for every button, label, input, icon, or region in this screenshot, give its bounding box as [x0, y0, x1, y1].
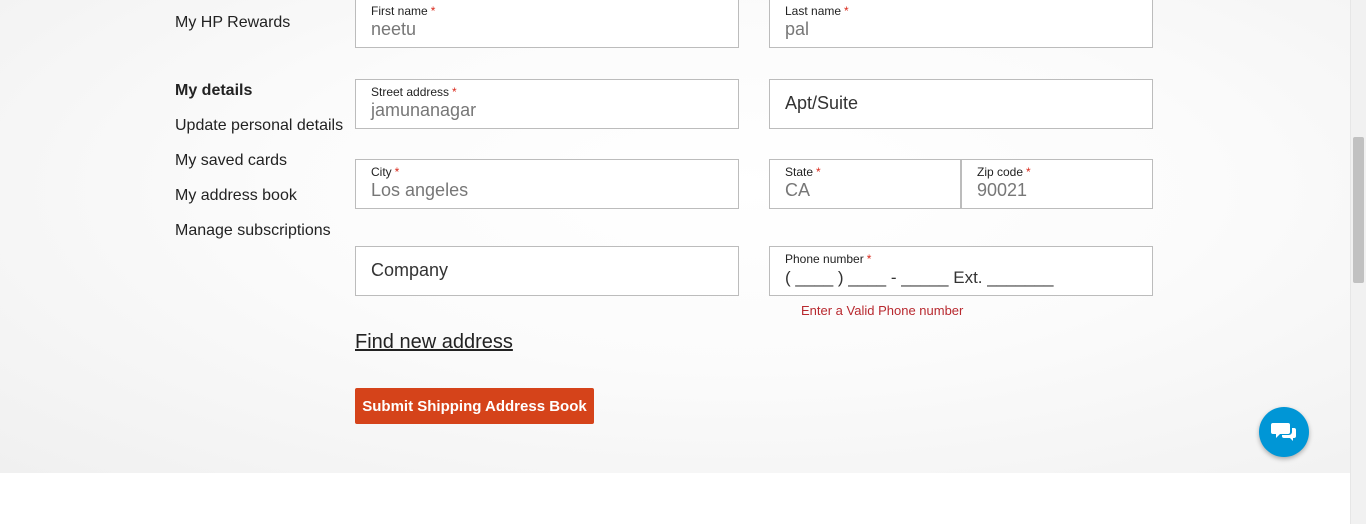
apt-suite-placeholder: Apt/Suite	[785, 93, 859, 113]
sidebar-item-update-personal-details[interactable]: Update personal details	[175, 117, 343, 135]
zip-code-label: Zip code *	[977, 165, 1031, 179]
phone-number-label: Phone number *	[785, 252, 872, 266]
company-field[interactable]: Company	[355, 246, 739, 296]
city-field[interactable]: City * Los angeles	[355, 159, 739, 209]
phone-number-mask: ( ____ ) ____ - _____ Ext. _______	[785, 268, 1054, 287]
submit-shipping-address-button[interactable]: Submit Shipping Address Book	[355, 388, 594, 424]
phone-number-field[interactable]: Phone number * ( ____ ) ____ - _____ Ext.…	[769, 246, 1153, 296]
sidebar-item-address-book[interactable]: My address book	[175, 187, 297, 205]
zip-code-field[interactable]: Zip code * 90021	[961, 159, 1153, 209]
last-name-value: pal	[785, 19, 810, 39]
sidebar-item-saved-cards[interactable]: My saved cards	[175, 152, 287, 170]
apt-suite-field[interactable]: Apt/Suite	[769, 79, 1153, 129]
street-address-label: Street address *	[371, 85, 457, 99]
sidebar-item-hp-rewards[interactable]: My HP Rewards	[175, 14, 290, 32]
first-name-field[interactable]: First name * neetu	[355, 0, 739, 48]
company-placeholder: Company	[371, 260, 449, 280]
city-value: Los angeles	[371, 180, 469, 200]
state-value: CA	[785, 180, 811, 200]
chat-bubbles-icon	[1271, 423, 1296, 441]
street-address-field[interactable]: Street address * jamunanagar	[355, 79, 739, 129]
zip-code-value: 90021	[977, 180, 1028, 200]
scrollbar-thumb[interactable]	[1353, 137, 1364, 283]
sidebar-item-manage-subscriptions[interactable]: Manage subscriptions	[175, 222, 331, 240]
last-name-label: Last name *	[785, 4, 849, 18]
last-name-field[interactable]: Last name * pal	[769, 0, 1153, 48]
phone-error-message: Enter a Valid Phone number	[801, 303, 964, 318]
first-name-label: First name *	[371, 4, 436, 18]
find-new-address-link[interactable]: Find new address	[355, 331, 513, 354]
city-label: City *	[371, 165, 400, 179]
state-field[interactable]: State * CA	[769, 159, 961, 209]
first-name-value: neetu	[371, 19, 417, 39]
sidebar-heading-my-details: My details	[175, 82, 253, 99]
street-address-value: jamunanagar	[371, 100, 477, 120]
chat-button[interactable]	[1259, 407, 1309, 457]
state-label: State *	[785, 165, 821, 179]
vertical-scrollbar[interactable]	[1350, 0, 1366, 524]
